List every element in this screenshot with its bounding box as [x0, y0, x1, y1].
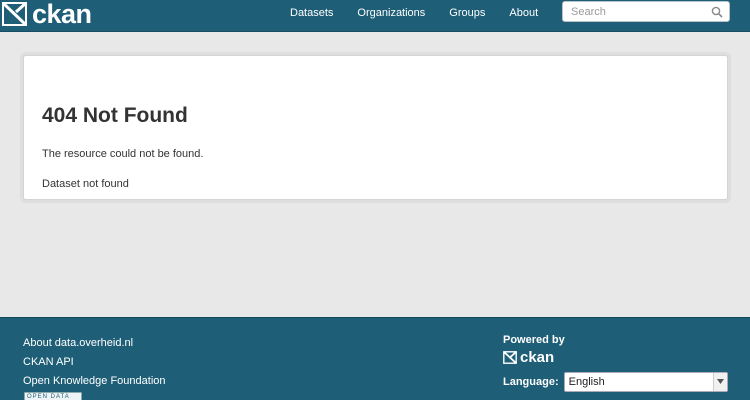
powered-ckan-logo[interactable]: ckan — [503, 350, 565, 365]
language-select[interactable]: English — [563, 372, 728, 392]
nav-groups[interactable]: Groups — [449, 0, 485, 26]
ckan-logo[interactable]: ckan — [2, 0, 92, 28]
main-content: 404 Not Found The resource could not be … — [0, 33, 750, 317]
footer-link-ckan-api[interactable]: CKAN API — [23, 353, 166, 372]
ckan-logo-icon — [2, 2, 28, 26]
footer-links: About data.overheid.nl CKAN API Open Kno… — [23, 334, 166, 391]
error-detail: Dataset not found — [42, 178, 129, 190]
open-data-badge[interactable]: OPEN DATA — [24, 392, 82, 400]
powered-by-label: Powered by — [503, 334, 565, 346]
page-title: 404 Not Found — [42, 104, 188, 127]
powered-by: Powered by ckan — [503, 334, 565, 365]
error-panel: 404 Not Found The resource could not be … — [23, 55, 728, 200]
ckan-small-icon — [503, 351, 517, 364]
nav-about[interactable]: About — [509, 0, 538, 26]
site-footer: About data.overheid.nl CKAN API Open Kno… — [0, 317, 750, 400]
nav-organizations[interactable]: Organizations — [357, 0, 425, 26]
logo-text: ckan — [32, 0, 92, 29]
search-icon[interactable] — [711, 5, 723, 23]
chevron-down-icon[interactable] — [712, 373, 727, 391]
nav-datasets[interactable]: Datasets — [290, 0, 333, 26]
language-selector: Language: English — [503, 372, 728, 392]
main-nav: Datasets Organizations Groups About — [278, 0, 550, 26]
powered-logo-text: ckan — [520, 349, 555, 366]
search-box — [562, 1, 730, 22]
search-input[interactable] — [563, 2, 703, 22]
footer-link-about[interactable]: About data.overheid.nl — [23, 334, 166, 353]
language-label: Language: — [503, 376, 559, 388]
footer-link-okf[interactable]: Open Knowledge Foundation — [23, 372, 166, 391]
error-message: The resource could not be found. — [42, 148, 204, 160]
masthead: ckan Datasets Organizations Groups About — [0, 0, 750, 32]
language-value: English — [568, 376, 605, 388]
